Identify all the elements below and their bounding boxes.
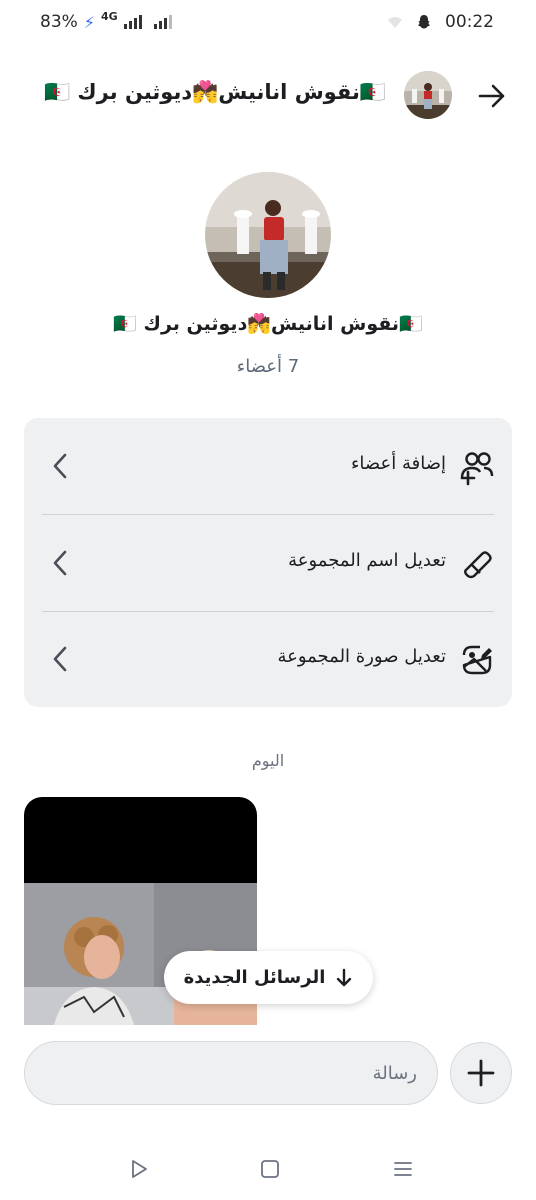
add-members-option[interactable]: إضافة أعضاء: [24, 418, 512, 514]
add-members-icon: [460, 452, 494, 486]
image-edit-icon: [462, 645, 492, 675]
message-input[interactable]: [45, 1042, 417, 1104]
square-icon: [261, 1160, 279, 1178]
new-messages-button[interactable]: الرسائل الجديدة: [164, 951, 373, 1004]
members-count[interactable]: 7 أعضاء: [0, 356, 536, 377]
date-separator: اليوم: [251, 751, 285, 770]
new-messages-label: الرسائل الجديدة: [183, 967, 326, 988]
group-avatar-large[interactable]: [205, 172, 331, 298]
status-bar: 83% ⚡ 4G 00:22: [0, 0, 536, 48]
battery-level: 83%: [40, 12, 78, 32]
pencil-icon: [464, 551, 492, 579]
group-options-card: إضافة أعضاء تعديل اسم المجموعة تعديل صور…: [24, 418, 512, 707]
edit-name-label: تعديل اسم المجموعة: [288, 550, 446, 571]
add-members-label: إضافة أعضاء: [350, 453, 446, 474]
arrow-right-icon: [478, 84, 505, 108]
play-triangle-icon: [132, 1160, 147, 1178]
chevron-left-icon: [53, 453, 67, 479]
signal-icon: [123, 15, 142, 29]
nav-back-button[interactable]: [124, 1154, 154, 1184]
group-avatar-small[interactable]: [404, 71, 452, 119]
charging-icon: ⚡: [83, 12, 96, 32]
status-left: 83% ⚡ 4G: [40, 9, 172, 32]
attach-button[interactable]: [450, 1042, 512, 1104]
snapchat-icon: [418, 15, 430, 29]
system-nav-bar: [0, 1140, 536, 1200]
menu-lines-icon: [394, 1162, 412, 1176]
edit-photo-option[interactable]: تعديل صورة المجموعة: [24, 611, 512, 707]
chat-header: 🇩🇿نقوش انانيش💏ديوثين برك 🇩🇿: [0, 62, 536, 130]
signal-icon-2: [153, 15, 172, 29]
message-composer: [24, 1041, 438, 1105]
avatar-photo: [404, 71, 452, 119]
arrow-down-icon: [337, 968, 352, 986]
chevron-left-icon: [53, 550, 67, 576]
wifi-icon: [388, 17, 402, 28]
status-right: 00:22: [387, 12, 494, 32]
edit-name-option[interactable]: تعديل اسم المجموعة: [24, 515, 512, 611]
edit-photo-label: تعديل صورة المجموعة: [277, 646, 446, 667]
network-type: 4G: [101, 9, 118, 23]
plus-icon: [467, 1059, 495, 1087]
chat-title[interactable]: 🇩🇿نقوش انانيش💏ديوثين برك 🇩🇿: [44, 80, 386, 105]
nav-recents-button[interactable]: [388, 1154, 418, 1184]
nav-home-button[interactable]: [255, 1154, 285, 1184]
group-name: 🇩🇿نقوش انانيش💏ديوثين برك 🇩🇿: [113, 313, 423, 335]
group-photo: [205, 172, 331, 298]
clock: 00:22: [445, 12, 494, 32]
back-button[interactable]: [472, 76, 512, 116]
chevron-left-icon: [53, 646, 67, 672]
